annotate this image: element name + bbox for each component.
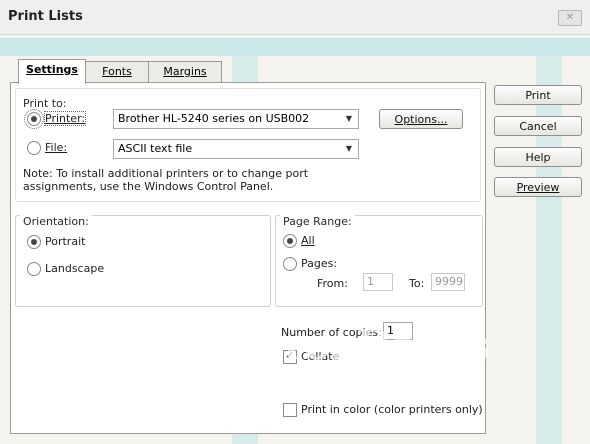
to-label: To: <box>409 277 425 290</box>
watermark-stripe-top <box>0 38 590 56</box>
landscape-radio[interactable] <box>27 262 41 276</box>
from-page-input[interactable]: 1 <box>363 273 393 291</box>
collate-checkbox[interactable] <box>283 349 297 364</box>
file-label[interactable]: File: <box>45 141 67 154</box>
print-in-color-label[interactable]: Print in color (color printers only) <box>301 403 483 416</box>
preview-button[interactable]: Preview <box>494 177 582 197</box>
copies-input[interactable]: 1 <box>383 322 413 340</box>
all-pages-radio[interactable] <box>283 234 297 248</box>
print-button[interactable]: Print <box>494 85 582 105</box>
printer-label[interactable]: Printer: <box>43 111 87 126</box>
watermark-stripe-right <box>536 56 562 444</box>
chevron-down-icon[interactable]: ▼ <box>340 140 358 158</box>
print-to-label: Print to: <box>20 97 70 110</box>
pages-label[interactable]: Pages: <box>301 257 337 270</box>
dialog-title: Print Lists <box>8 9 83 24</box>
file-radio[interactable] <box>27 141 41 155</box>
orientation-label: Orientation: <box>20 215 92 228</box>
printer-select-value: Brother HL-5240 series on USB002 <box>118 112 310 125</box>
portrait-radio[interactable] <box>27 235 41 249</box>
printer-radio[interactable] <box>24 109 44 129</box>
options-button[interactable]: Options... <box>379 109 463 129</box>
copies-label: Number of copies: <box>281 326 382 339</box>
print-in-color-checkbox[interactable] <box>283 403 297 417</box>
pages-radio[interactable] <box>283 257 297 271</box>
title-bar: Print Lists ✕ <box>0 0 590 35</box>
landscape-label[interactable]: Landscape <box>45 262 104 275</box>
tab-margins[interactable]: Margins <box>148 61 222 82</box>
print-lists-dialog: Print Lists ✕ Settings Fonts Margins Pri… <box>0 0 590 444</box>
chevron-down-icon[interactable]: ▼ <box>340 110 358 128</box>
tab-settings[interactable]: Settings <box>18 59 86 84</box>
from-label: From: <box>317 277 348 290</box>
all-pages-label[interactable]: All <box>301 234 315 247</box>
orientation-group: Orientation: <box>15 215 271 307</box>
tab-fonts[interactable]: Fonts <box>85 61 149 82</box>
printer-note: Note: To install additional printers or … <box>23 167 309 193</box>
printer-select[interactable]: Brother HL-5240 series on USB002 ▼ <box>113 109 359 129</box>
cancel-button[interactable]: Cancel <box>494 116 582 136</box>
file-format-select[interactable]: ASCII text file ▼ <box>113 139 359 159</box>
file-format-value: ASCII text file <box>118 142 193 155</box>
close-button[interactable]: ✕ <box>558 10 582 26</box>
settings-panel: Print to: Printer: Brother HL-5240 serie… <box>10 82 486 434</box>
help-button[interactable]: Help <box>494 147 582 167</box>
portrait-label[interactable]: Portrait <box>45 235 85 248</box>
page-range-label: Page Range: <box>280 215 355 228</box>
collate-label[interactable]: Collate <box>301 350 339 363</box>
to-page-input[interactable]: 9999 <box>431 273 465 291</box>
